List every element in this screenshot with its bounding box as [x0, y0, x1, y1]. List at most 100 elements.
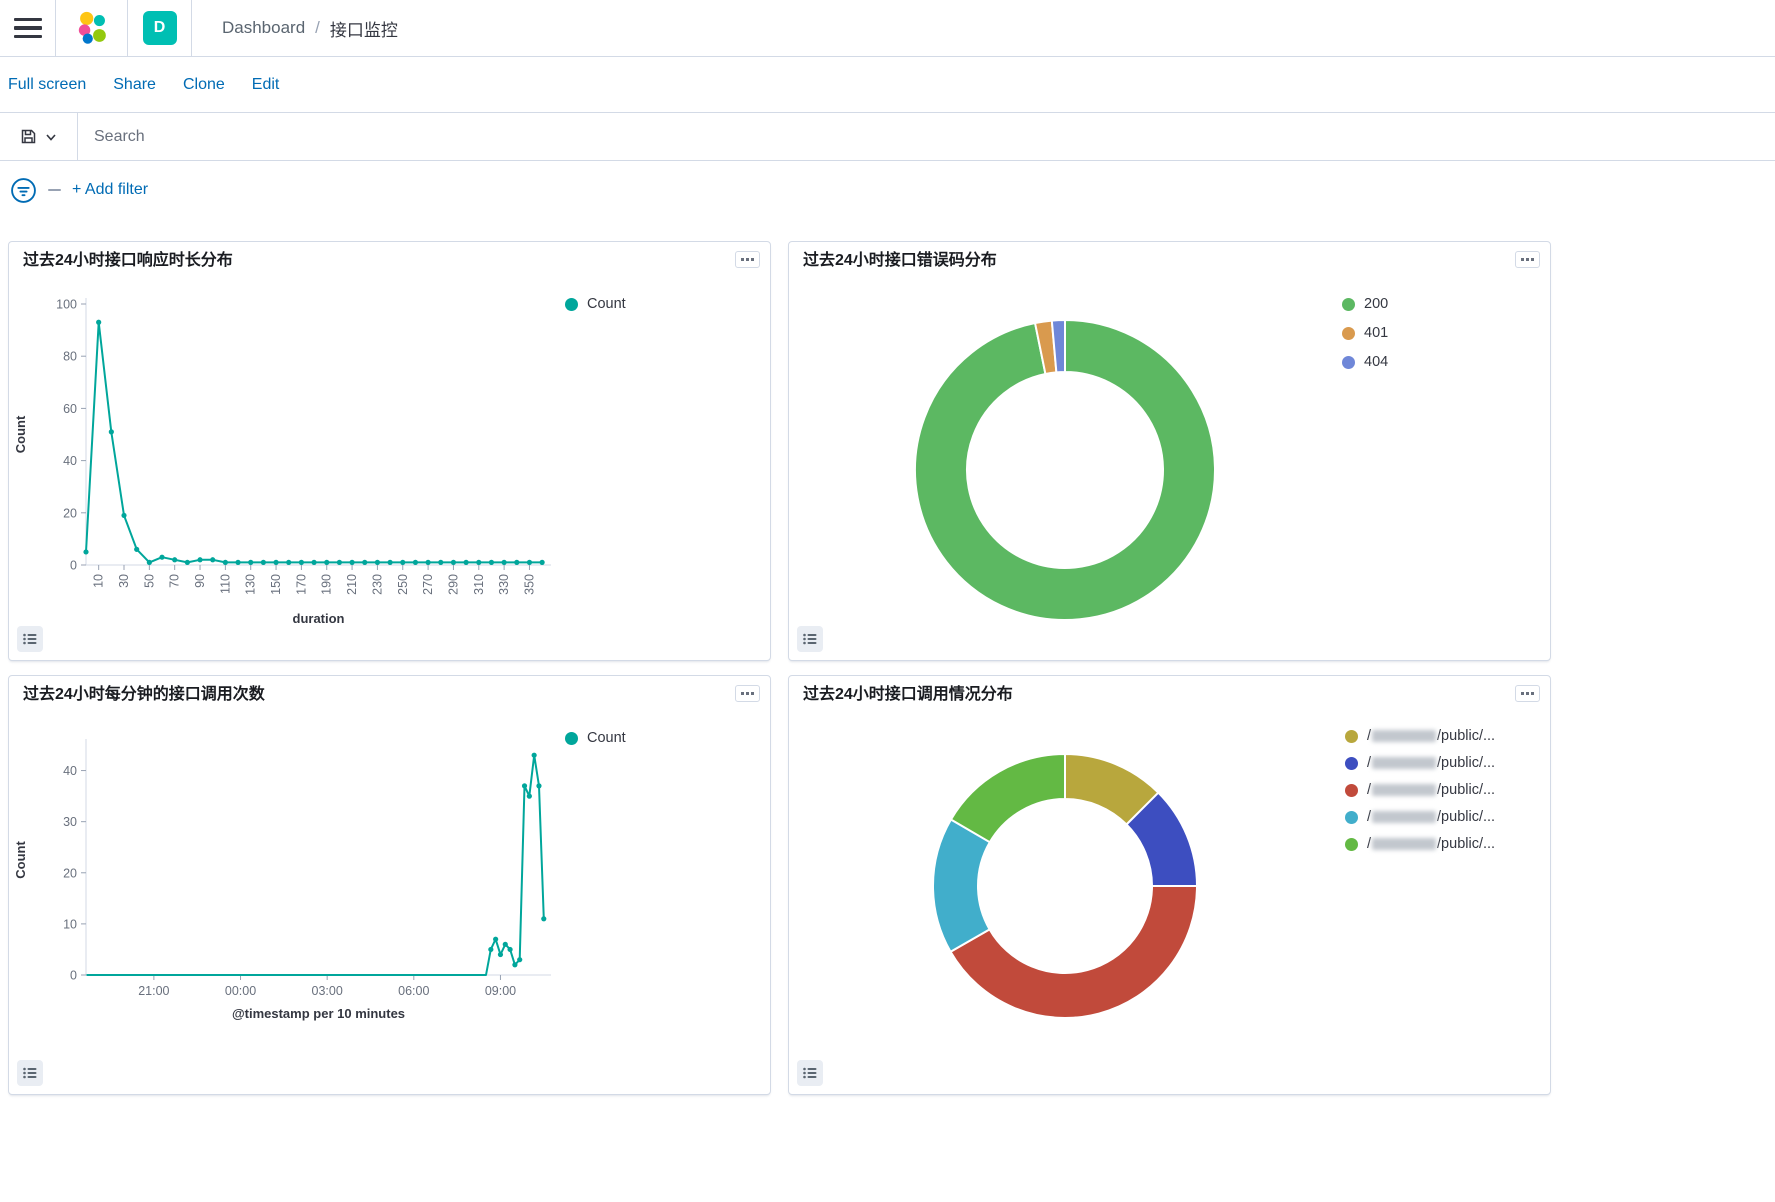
- svg-text:100: 100: [56, 298, 77, 312]
- list-icon: [803, 633, 817, 645]
- panel-error-codes: 过去24小时接口错误码分布 200 401 404: [788, 241, 1551, 661]
- donut-chart-error-codes[interactable]: [789, 282, 1349, 662]
- breadcrumb-separator: /: [315, 18, 320, 37]
- redacted-text: [1372, 730, 1437, 743]
- redacted-text: [1372, 784, 1437, 797]
- svg-text:10: 10: [92, 574, 106, 588]
- legend-toggle-button[interactable]: [17, 626, 43, 652]
- legend-item[interactable]: Count: [565, 730, 626, 746]
- share-button[interactable]: Share: [113, 76, 156, 94]
- donut-chart-call-distribution[interactable]: [789, 716, 1349, 1056]
- panel-options-button[interactable]: [735, 251, 760, 268]
- svg-text:40: 40: [63, 764, 77, 778]
- legend-item[interactable]: //public/...: [1345, 755, 1495, 771]
- svg-text:20: 20: [63, 506, 77, 520]
- legend-item[interactable]: Count: [565, 296, 626, 312]
- line-chart-calls-per-minute[interactable]: 0 10 20 30 40 21:00 00:00 03:00 06:00 09:00 @times…: [9, 716, 609, 1028]
- elastic-logo-icon: [78, 11, 106, 44]
- legend-item[interactable]: 404: [1342, 354, 1388, 370]
- legend-label: //public/...: [1367, 782, 1496, 798]
- legend-label: Count: [587, 296, 626, 312]
- legend-label: 401: [1364, 325, 1389, 341]
- full-screen-button[interactable]: Full screen: [8, 76, 86, 94]
- panel-calls-per-minute: 过去24小时每分钟的接口调用次数 0 10 20 30 40 21:00 00:00 03:0…: [8, 675, 771, 1095]
- save-icon: [21, 129, 36, 144]
- elastic-logo[interactable]: [56, 0, 128, 56]
- legend-label: //public/...: [1367, 755, 1496, 771]
- svg-text:30: 30: [117, 574, 131, 588]
- list-icon: [23, 633, 37, 645]
- legend-item[interactable]: //public/...: [1345, 836, 1495, 852]
- redacted-text: [1372, 838, 1437, 851]
- legend-toggle-button[interactable]: [17, 1060, 43, 1086]
- svg-text:20: 20: [63, 866, 77, 880]
- svg-text:350: 350: [522, 574, 536, 595]
- add-filter-button[interactable]: + Add filter: [72, 181, 148, 199]
- legend-color-dot: [1345, 756, 1358, 770]
- hamburger-icon: [13, 17, 42, 39]
- chart-legend: Count: [565, 296, 626, 312]
- svg-text:290: 290: [446, 574, 460, 595]
- app-header: D Dashboard / 接口监控: [0, 0, 1775, 57]
- legend-item[interactable]: //public/...: [1345, 809, 1495, 825]
- svg-text:50: 50: [142, 574, 156, 588]
- legend-item[interactable]: 200: [1342, 296, 1388, 312]
- clone-button[interactable]: Clone: [183, 76, 225, 94]
- panel-options-button[interactable]: [1515, 251, 1540, 268]
- edit-button[interactable]: Edit: [252, 76, 280, 94]
- breadcrumb: Dashboard / 接口监控: [222, 16, 398, 41]
- space-selector: D: [128, 0, 192, 56]
- panel-response-duration: 过去24小时接口响应时长分布 0 20 40 60 80 100 10 30 50 70 90 110…: [8, 241, 771, 661]
- legend-color-dot: [1342, 326, 1355, 340]
- legend-color-dot: [1342, 355, 1355, 369]
- panel-title: 过去24小时接口错误码分布: [803, 252, 997, 269]
- svg-text:09:00: 09:00: [485, 984, 516, 998]
- chevron-down-icon: [46, 133, 56, 141]
- svg-text:Count: Count: [13, 415, 28, 453]
- svg-text:230: 230: [370, 574, 384, 595]
- legend-item[interactable]: //public/...: [1345, 728, 1495, 744]
- breadcrumb-dashboard[interactable]: Dashboard: [222, 18, 305, 38]
- filter-bar-dash: [48, 189, 61, 191]
- redacted-text: [1372, 811, 1437, 824]
- legend-item[interactable]: //public/...: [1345, 782, 1495, 798]
- filter-icon[interactable]: [10, 177, 37, 204]
- line-chart-response-duration[interactable]: 0 20 40 60 80 100 10 30 50 70 90 110 130 150 170 190 210…: [9, 282, 609, 634]
- panel-call-distribution: 过去24小时接口调用情况分布 //public/... //public/... /…: [788, 675, 1551, 1095]
- svg-text:310: 310: [472, 574, 486, 595]
- saved-query-menu-button[interactable]: [0, 113, 78, 160]
- legend-item[interactable]: 401: [1342, 325, 1388, 341]
- legend-label: 404: [1364, 354, 1389, 370]
- redacted-text: [1372, 757, 1437, 770]
- svg-text:0: 0: [70, 559, 77, 573]
- legend-label: //public/...: [1367, 809, 1496, 825]
- legend-toggle-button[interactable]: [797, 626, 823, 652]
- panel-options-button[interactable]: [735, 685, 760, 702]
- chart-legend: //public/... //public/... //public/... //pu…: [1345, 728, 1495, 852]
- filter-bar: + Add filter: [0, 161, 1775, 219]
- panel-title: 过去24小时每分钟的接口调用次数: [23, 686, 265, 703]
- chart-legend: 200 401 404: [1342, 296, 1388, 370]
- dashboard-top-menu: Full screen Share Clone Edit: [0, 57, 1775, 112]
- svg-text:21:00: 21:00: [138, 984, 169, 998]
- svg-text:30: 30: [63, 815, 77, 829]
- svg-text:Count: Count: [13, 841, 28, 879]
- search-input[interactable]: [78, 113, 1775, 160]
- space-selector-badge[interactable]: D: [142, 11, 177, 45]
- svg-text:250: 250: [396, 574, 410, 595]
- svg-text:90: 90: [193, 574, 207, 588]
- query-bar: [0, 112, 1775, 161]
- legend-color-dot: [1342, 297, 1355, 311]
- legend-color-dot: [565, 731, 578, 745]
- svg-text:190: 190: [320, 574, 334, 595]
- legend-toggle-button[interactable]: [797, 1060, 823, 1086]
- svg-text:150: 150: [269, 574, 283, 595]
- svg-text:@timestamp per 10 minutes: @timestamp per 10 minutes: [232, 1006, 405, 1021]
- breadcrumb-current-page: 接口监控: [329, 20, 398, 40]
- svg-text:330: 330: [497, 574, 511, 595]
- svg-text:110: 110: [218, 574, 232, 594]
- menu-hamburger-button[interactable]: [0, 0, 56, 56]
- svg-text:170: 170: [294, 574, 308, 595]
- panel-options-button[interactable]: [1515, 685, 1540, 702]
- svg-text:60: 60: [63, 402, 77, 416]
